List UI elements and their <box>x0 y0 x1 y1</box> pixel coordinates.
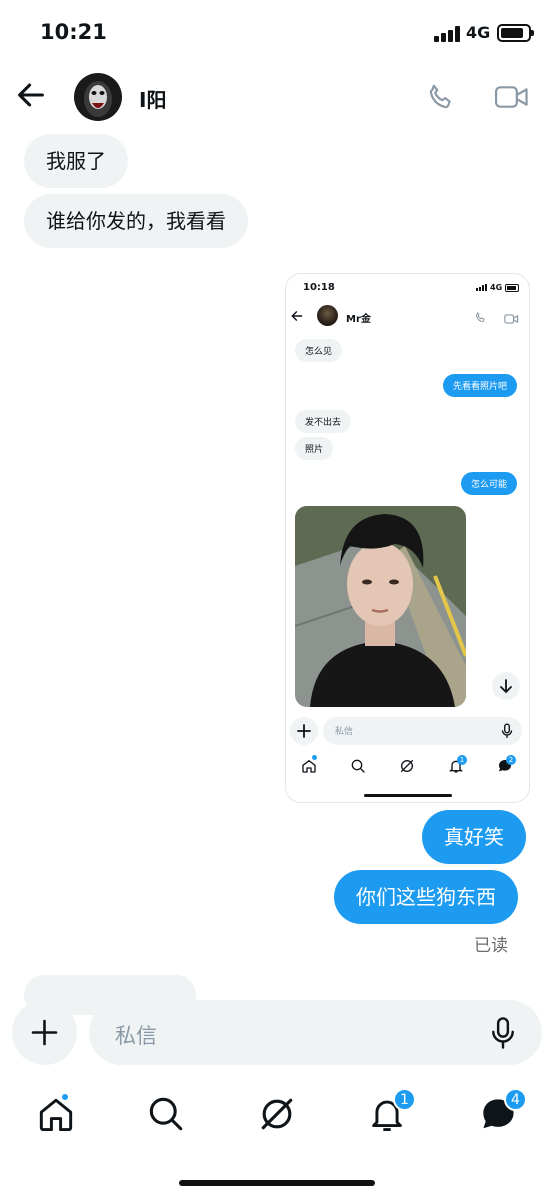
messages-badge: 4 <box>504 1088 527 1111</box>
scroll-down-button <box>492 672 520 700</box>
screenshot-notifications-badge: 1 <box>457 755 467 765</box>
phone-icon <box>474 309 487 323</box>
video-camera-icon <box>494 86 528 108</box>
status-bar: 10:21 4G <box>0 0 554 64</box>
grok-icon <box>399 758 415 774</box>
microphone-icon <box>492 1017 514 1049</box>
screenshot-message-outgoing: 怎么可能 <box>461 472 518 495</box>
image-message-screenshot[interactable]: 10:18 4G Mr金 怎么见 先看看照片吧 发不出去 照片 怎么可能 私信 … <box>285 273 530 803</box>
screenshot-bottom-nav: 1 2 <box>286 754 529 780</box>
read-receipt: 已读 <box>474 936 508 956</box>
home-icon <box>39 1098 73 1132</box>
message-outgoing[interactable]: 你们这些狗东西 <box>334 870 518 924</box>
screenshot-contact-name: Mr金 <box>346 314 371 325</box>
nav-search[interactable] <box>144 1092 188 1136</box>
screenshot-home-indicator <box>364 794 452 797</box>
video-camera-icon <box>504 310 519 324</box>
battery-icon <box>505 283 520 292</box>
dm-input-placeholder: 私信 <box>115 1024 157 1048</box>
message-incoming[interactable]: 谁给你发的，我看看 <box>24 194 248 248</box>
nav-notifications[interactable]: 1 <box>365 1088 416 1136</box>
screenshot-message-incoming: 怎么见 <box>295 339 343 362</box>
back-button[interactable] <box>14 78 48 112</box>
home-unread-dot <box>60 1092 70 1102</box>
battery-icon <box>497 24 534 42</box>
search-icon <box>350 758 366 774</box>
search-icon <box>149 1097 183 1131</box>
notifications-badge: 1 <box>393 1088 416 1111</box>
dm-input[interactable]: 私信 <box>89 1000 542 1065</box>
status-time: 10:21 <box>40 20 107 44</box>
arrow-left-icon <box>290 308 304 322</box>
message-incoming[interactable]: 我服了 <box>24 134 128 188</box>
screenshot-dm-input: 私信 <box>323 717 522 745</box>
arrow-left-icon <box>18 83 44 107</box>
contact-name[interactable]: I阳 <box>139 84 166 113</box>
call-button[interactable] <box>425 81 457 113</box>
screenshot-message-incoming: 照片 <box>295 437 334 460</box>
home-dot <box>312 755 317 760</box>
screenshot-avatar <box>317 305 338 326</box>
selfie-photo <box>295 506 466 707</box>
signal-icon <box>434 26 460 42</box>
screenshot-status-icons: 4G <box>476 283 520 292</box>
signal-icon <box>476 284 487 291</box>
voice-message-button[interactable] <box>487 1016 519 1050</box>
screenshot-status-time: 10:18 <box>303 282 335 293</box>
screenshot-message-incoming: 发不出去 <box>295 410 352 433</box>
bell-icon: 1 <box>448 755 467 774</box>
home-indicator <box>179 1180 375 1186</box>
screenshot-input-placeholder: 私信 <box>335 727 354 737</box>
plus-icon <box>31 1019 58 1046</box>
nav-grok[interactable] <box>255 1092 299 1136</box>
screenshot-messages-badge: 2 <box>506 755 516 765</box>
home-icon <box>301 755 317 774</box>
network-label: 4G <box>466 23 491 42</box>
nav-messages[interactable]: 4 <box>476 1088 527 1136</box>
nav-home[interactable] <box>34 1092 78 1136</box>
video-call-button[interactable] <box>494 82 530 112</box>
add-attachment-button[interactable] <box>12 1000 77 1065</box>
message-outgoing[interactable]: 真好笑 <box>422 810 526 864</box>
arrow-down-icon <box>500 679 512 694</box>
avatar[interactable] <box>74 73 122 121</box>
conversation-header: I阳 <box>0 64 554 130</box>
bottom-nav: 1 4 <box>0 1082 554 1152</box>
phone-icon <box>429 84 451 109</box>
screenshot-network-label: 4G <box>490 283 503 292</box>
messages-icon: 2 <box>497 755 516 774</box>
grok-icon <box>261 1098 293 1130</box>
microphone-icon <box>500 723 514 739</box>
screenshot-message-outgoing: 先看看照片吧 <box>443 374 518 397</box>
plus-icon <box>290 717 318 745</box>
